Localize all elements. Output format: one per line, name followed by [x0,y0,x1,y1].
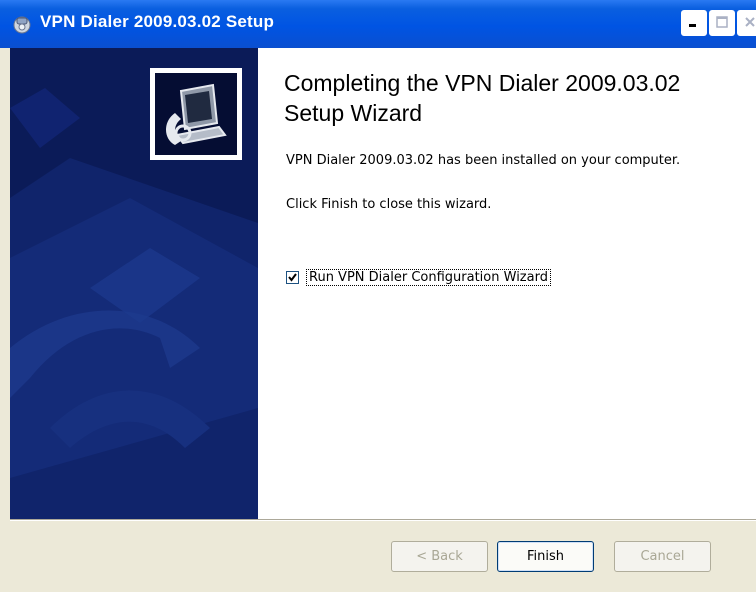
window-title: VPN Dialer 2009.03.02 Setup [40,12,275,31]
finish-button[interactable]: Finish [497,541,594,572]
installer-icon [12,14,32,34]
computer-setup-icon [166,83,227,145]
wizard-content: Completing the VPN Dialer 2009.03.02 Set… [10,48,756,519]
back-button[interactable]: < Back [391,541,488,572]
run-config-wizard-checkbox[interactable] [286,270,299,284]
setup-logo [150,68,242,160]
finish-hint: Click Finish to close this wizard. [286,197,492,212]
cancel-button[interactable]: Cancel [614,541,711,572]
wizard-heading: Completing the VPN Dialer 2009.03.02 Set… [284,70,681,126]
run-config-wizard-option[interactable]: Run VPN Dialer Configuration Wizard [286,266,551,288]
run-config-wizard-label[interactable]: Run VPN Dialer Configuration Wizard [306,268,551,286]
minimize-button[interactable] [681,10,707,36]
setup-window: VPN Dialer 2009.03.02 Setup Completing t… [0,0,756,592]
cancel-button-label: Cancel [640,549,685,564]
maximize-icon [715,14,729,33]
minimize-icon [687,14,701,33]
maximize-button[interactable] [709,10,735,36]
close-button[interactable] [737,10,756,36]
finish-button-label: Finish [526,549,564,564]
back-button-label: < Back [416,549,463,564]
wizard-side-panel [10,48,258,519]
title-bar[interactable]: VPN Dialer 2009.03.02 Setup [0,0,756,48]
button-area-divider [10,519,756,521]
installed-message: VPN Dialer 2009.03.02 has been installed… [286,153,681,168]
close-icon [743,14,756,33]
